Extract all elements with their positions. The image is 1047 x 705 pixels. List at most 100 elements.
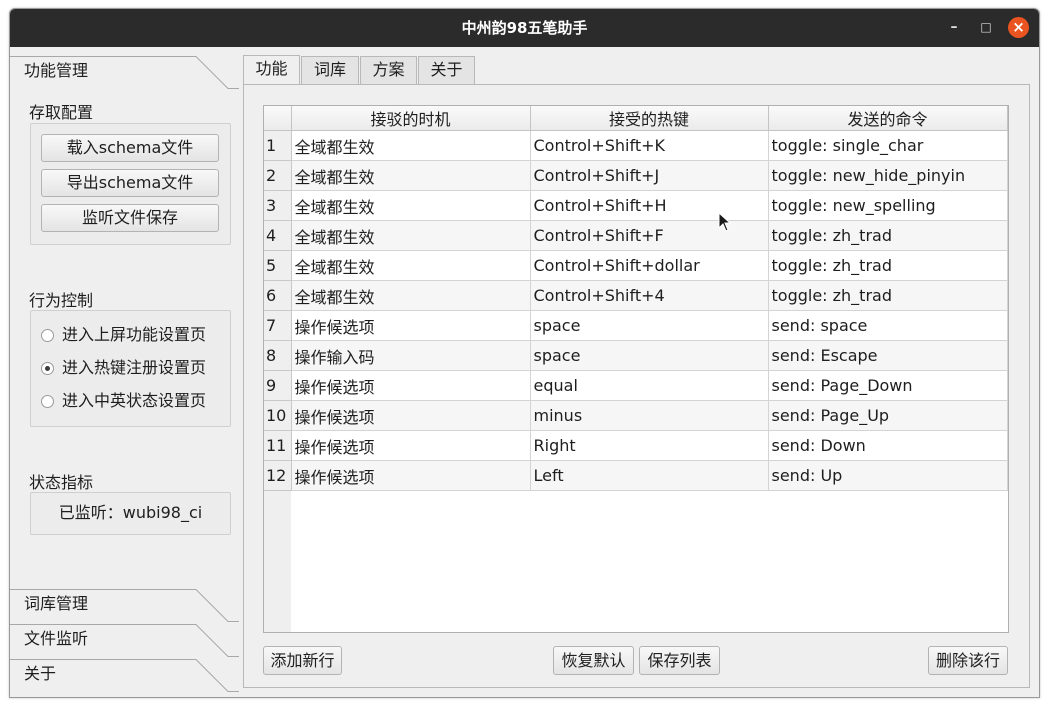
tab-dictionary[interactable]: 词库 xyxy=(301,56,359,84)
hotkey-cell[interactable]: Control+Shift+F xyxy=(529,220,769,251)
column-header-command[interactable]: 发送的命令 xyxy=(767,106,1008,131)
hotkey-table[interactable]: 接驳的时机 接受的热键 发送的命令 1 全域都生效 Control+Shift+K t… xyxy=(263,105,1009,633)
section-dictionary-management[interactable]: 词库管理 xyxy=(10,589,239,622)
section-label: 关于 xyxy=(24,664,57,683)
row-number-cell[interactable]: 3 xyxy=(264,190,292,221)
hotkey-cell[interactable]: minus xyxy=(529,400,769,431)
when-cell[interactable]: 操作候选项 xyxy=(290,310,531,341)
row-number-cell[interactable]: 12 xyxy=(264,460,292,491)
row-number-cell[interactable]: 7 xyxy=(264,310,292,341)
storage-group: 载入schema文件 导出schema文件 监听文件保存 xyxy=(30,123,231,245)
command-cell[interactable]: toggle: new_hide_pinyin xyxy=(767,160,1008,191)
behavior-group: 进入上屏功能设置页 进入热键注册设置页 进入中英状态设置页 xyxy=(30,310,231,427)
hotkey-cell[interactable]: Control+Shift+H xyxy=(529,190,769,221)
table-row[interactable]: 7 操作候选项 space send: space xyxy=(264,310,1008,341)
table-row[interactable]: 12 操作候选项 Left send: Up xyxy=(264,460,1008,491)
radio-label: 进入热键注册设置页 xyxy=(62,358,207,377)
when-cell[interactable]: 操作候选项 xyxy=(290,400,531,431)
tab-about[interactable]: 关于 xyxy=(418,56,475,84)
save-list-button[interactable]: 保存列表 xyxy=(639,646,720,675)
when-cell[interactable]: 操作候选项 xyxy=(290,460,531,491)
add-row-button[interactable]: 添加新行 xyxy=(263,646,342,675)
when-cell[interactable]: 操作候选项 xyxy=(290,430,531,461)
radio-button-selected[interactable] xyxy=(41,362,54,375)
table-row[interactable]: 5 全域都生效 Control+Shift+dollar toggle: zh_tra… xyxy=(264,250,1008,281)
status-group: 已监听：wubi98_ci xyxy=(30,492,231,535)
row-number-cell[interactable]: 4 xyxy=(264,220,292,251)
hotkey-cell[interactable]: space xyxy=(529,310,769,341)
row-number-cell[interactable]: 8 xyxy=(264,340,292,371)
tab-scheme[interactable]: 方案 xyxy=(360,56,417,84)
column-header-when[interactable]: 接驳的时机 xyxy=(290,106,531,131)
command-cell[interactable]: send: Up xyxy=(767,460,1008,491)
status-group-title: 状态指标 xyxy=(29,473,94,492)
behavior-group-title: 行为控制 xyxy=(29,291,94,310)
table-row[interactable]: 9 操作候选项 equal send: Page_Down xyxy=(264,370,1008,401)
hotkey-cell[interactable]: Control+Shift+K xyxy=(529,130,769,161)
table-row[interactable]: 1 全域都生效 Control+Shift+K toggle: single_char xyxy=(264,130,1008,161)
row-number-cell[interactable]: 2 xyxy=(264,160,292,191)
maximize-icon[interactable]: □ xyxy=(978,9,994,47)
command-cell[interactable]: toggle: new_spelling xyxy=(767,190,1008,221)
table-row[interactable]: 6 全域都生效 Control+Shift+4 toggle: zh_trad xyxy=(264,280,1008,311)
command-cell[interactable]: toggle: zh_trad xyxy=(767,220,1008,251)
export-schema-button[interactable]: 导出schema文件 xyxy=(41,169,219,197)
command-cell[interactable]: send: Down xyxy=(767,430,1008,461)
when-cell[interactable]: 全域都生效 xyxy=(290,130,531,161)
hotkey-cell[interactable]: Control+Shift+J xyxy=(529,160,769,191)
command-cell[interactable]: send: Page_Down xyxy=(767,370,1008,401)
minimize-icon[interactable]: – xyxy=(946,9,962,47)
radio-label: 进入中英状态设置页 xyxy=(62,391,207,410)
hotkey-cell[interactable]: space xyxy=(529,340,769,371)
row-number-cell[interactable]: 1 xyxy=(264,130,292,161)
section-file-watch[interactable]: 文件监听 xyxy=(10,624,239,657)
hotkey-cell[interactable]: Right xyxy=(529,430,769,461)
hotkey-cell[interactable]: equal xyxy=(529,370,769,401)
table-row[interactable]: 8 操作输入码 space send: Escape xyxy=(264,340,1008,371)
hotkey-cell[interactable]: Control+Shift+dollar xyxy=(529,250,769,281)
hotkey-cell[interactable]: Left xyxy=(529,460,769,491)
when-cell[interactable]: 全域都生效 xyxy=(290,280,531,311)
when-cell[interactable]: 全域都生效 xyxy=(290,190,531,221)
when-cell[interactable]: 全域都生效 xyxy=(290,220,531,251)
restore-default-button[interactable]: 恢复默认 xyxy=(553,646,634,675)
radio-button[interactable] xyxy=(41,395,54,408)
command-cell[interactable]: toggle: zh_trad xyxy=(767,250,1008,281)
section-about[interactable]: 关于 xyxy=(10,659,239,692)
table-row[interactable]: 11 操作候选项 Right send: Down xyxy=(264,430,1008,461)
hotkey-cell[interactable]: Control+Shift+4 xyxy=(529,280,769,311)
when-cell[interactable]: 操作输入码 xyxy=(290,340,531,371)
row-number-cell[interactable]: 5 xyxy=(264,250,292,281)
section-function-management[interactable]: 功能管理 xyxy=(10,56,239,89)
storage-group-title: 存取配置 xyxy=(29,103,94,122)
delete-row-button[interactable]: 删除该行 xyxy=(928,646,1008,675)
mouse-cursor-icon xyxy=(718,212,732,232)
command-cell[interactable]: toggle: single_char xyxy=(767,130,1008,161)
table-row[interactable]: 4 全域都生效 Control+Shift+F toggle: zh_trad xyxy=(264,220,1008,251)
row-number-cell[interactable]: 9 xyxy=(264,370,292,401)
window-title: 中州韵98五笔助手 xyxy=(461,19,588,37)
row-number-cell[interactable]: 10 xyxy=(264,400,292,431)
title-bar[interactable]: 中州韵98五笔助手 – □ × xyxy=(10,9,1039,47)
row-number-cell[interactable]: 6 xyxy=(264,280,292,311)
command-cell[interactable]: toggle: zh_trad xyxy=(767,280,1008,311)
watch-file-save-button[interactable]: 监听文件保存 xyxy=(41,204,219,232)
column-header-hotkey[interactable]: 接受的热键 xyxy=(529,106,769,131)
row-number-cell[interactable]: 11 xyxy=(264,430,292,461)
table-corner[interactable] xyxy=(264,106,292,131)
radio-button[interactable] xyxy=(41,329,54,342)
table-row[interactable]: 10 操作候选项 minus send: Page_Up xyxy=(264,400,1008,431)
load-schema-button[interactable]: 载入schema文件 xyxy=(41,134,219,162)
when-cell[interactable]: 全域都生效 xyxy=(290,160,531,191)
when-cell[interactable]: 全域都生效 xyxy=(290,250,531,281)
close-icon[interactable]: × xyxy=(1008,17,1029,38)
table-row[interactable]: 3 全域都生效 Control+Shift+H toggle: new_spellin… xyxy=(264,190,1008,221)
command-cell[interactable]: send: Escape xyxy=(767,340,1008,371)
command-cell[interactable]: send: Page_Up xyxy=(767,400,1008,431)
hotkey-grid[interactable]: 接驳的时机 接受的热键 发送的命令 1 全域都生效 Control+Shift+K t… xyxy=(264,106,1008,491)
table-header-row: 接驳的时机 接受的热键 发送的命令 xyxy=(264,106,1008,131)
table-row[interactable]: 2 全域都生效 Control+Shift+J toggle: new_hide_pi… xyxy=(264,160,1008,191)
when-cell[interactable]: 操作候选项 xyxy=(290,370,531,401)
tab-function[interactable]: 功能 xyxy=(243,55,300,85)
command-cell[interactable]: send: space xyxy=(767,310,1008,341)
